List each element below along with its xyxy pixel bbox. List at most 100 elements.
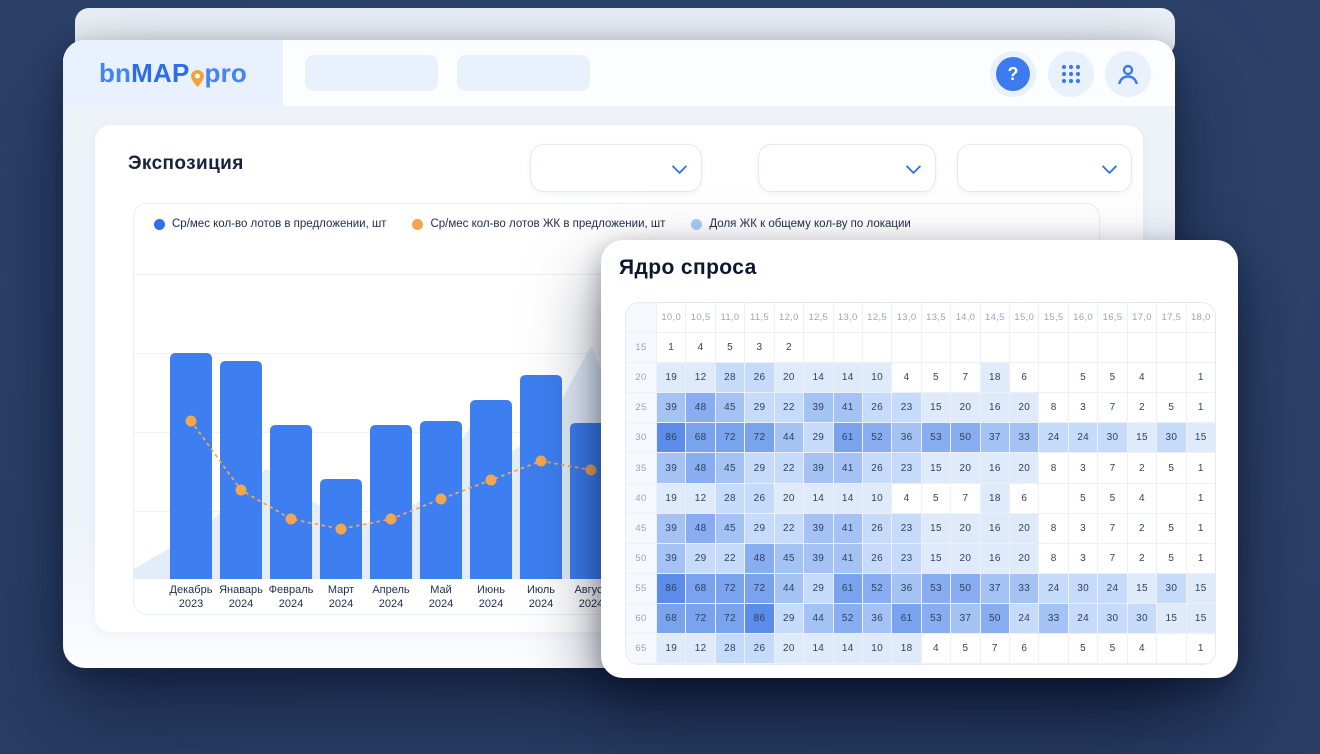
heatmap-cell[interactable]: 1	[1187, 484, 1215, 513]
heatmap-cell[interactable]: 29	[745, 453, 773, 482]
heatmap-cell[interactable]: 37	[981, 423, 1009, 452]
heatmap-cell[interactable]: 22	[775, 453, 803, 482]
heatmap-cell[interactable]: 5	[922, 484, 950, 513]
heatmap-cell[interactable]: 18	[981, 484, 1009, 513]
heatmap-cell[interactable]: 22	[775, 393, 803, 422]
heatmap-cell[interactable]: 18	[892, 634, 920, 663]
heatmap-cell[interactable]: 39	[657, 453, 685, 482]
heatmap-cell[interactable]: 39	[804, 544, 832, 573]
heatmap-cell[interactable]: 5	[716, 333, 744, 362]
heatmap-cell[interactable]: 16	[981, 514, 1009, 543]
heatmap-cell[interactable]: 23	[892, 453, 920, 482]
bnmap-logo[interactable]: bnMAPpro	[99, 58, 247, 89]
heatmap-cell[interactable]: 29	[745, 514, 773, 543]
heatmap-cell[interactable]: 44	[804, 604, 832, 633]
heatmap-cell[interactable]: 26	[863, 514, 891, 543]
heatmap-cell[interactable]: 5	[1069, 484, 1097, 513]
heatmap-cell[interactable]: 4	[1128, 363, 1156, 392]
dot-6[interactable]	[486, 475, 497, 486]
heatmap-cell[interactable]: 36	[892, 574, 920, 603]
heatmap-cell[interactable]: 39	[657, 544, 685, 573]
heatmap-cell[interactable]: 39	[804, 514, 832, 543]
heatmap-cell[interactable]: 39	[804, 453, 832, 482]
heatmap-cell[interactable]: 15	[922, 453, 950, 482]
heatmap-cell[interactable]: 1	[1187, 393, 1215, 422]
heatmap-cell[interactable]	[981, 333, 1009, 362]
heatmap-cell[interactable]: 4	[686, 333, 714, 362]
heatmap-cell[interactable]: 48	[686, 393, 714, 422]
heatmap-cell[interactable]: 14	[834, 484, 862, 513]
heatmap-cell[interactable]: 29	[745, 393, 773, 422]
heatmap-cell[interactable]: 24	[1069, 423, 1097, 452]
heatmap-cell[interactable]: 20	[775, 484, 803, 513]
heatmap-cell[interactable]: 3	[1069, 453, 1097, 482]
heatmap-cell[interactable]	[1098, 333, 1126, 362]
heatmap-cell[interactable]: 45	[775, 544, 803, 573]
heatmap-cell[interactable]: 29	[804, 574, 832, 603]
heatmap-cell[interactable]: 15	[922, 544, 950, 573]
heatmap-cell[interactable]: 15	[922, 514, 950, 543]
heatmap-cell[interactable]: 2	[1128, 393, 1156, 422]
dot-0[interactable]	[186, 416, 197, 427]
heatmap-cell[interactable]: 18	[981, 363, 1009, 392]
heatmap-cell[interactable]: 20	[951, 544, 979, 573]
bar-6[interactable]	[470, 400, 512, 579]
heatmap-cell[interactable]: 5	[1157, 453, 1185, 482]
heatmap-cell[interactable]: 24	[1039, 574, 1067, 603]
heatmap-cell[interactable]: 14	[804, 484, 832, 513]
heatmap-cell[interactable]: 28	[716, 363, 744, 392]
heatmap-cell[interactable]: 61	[834, 574, 862, 603]
heatmap-cell[interactable]: 28	[716, 634, 744, 663]
heatmap-cell[interactable]: 19	[657, 484, 685, 513]
heatmap-cell[interactable]: 7	[1098, 514, 1126, 543]
dot-4[interactable]	[386, 514, 397, 525]
heatmap-cell[interactable]: 7	[1098, 453, 1126, 482]
heatmap-cell[interactable]: 36	[892, 423, 920, 452]
heatmap-cell[interactable]: 5	[951, 634, 979, 663]
heatmap-cell[interactable]: 61	[834, 423, 862, 452]
heatmap-cell[interactable]: 68	[686, 423, 714, 452]
heatmap-cell[interactable]: 29	[804, 423, 832, 452]
heatmap-cell[interactable]: 72	[745, 423, 773, 452]
heatmap-cell[interactable]: 26	[745, 363, 773, 392]
heatmap-cell[interactable]: 30	[1157, 574, 1185, 603]
heatmap-cell[interactable]: 44	[775, 423, 803, 452]
heatmap-cell[interactable]: 1	[1187, 453, 1215, 482]
heatmap-cell[interactable]: 16	[981, 544, 1009, 573]
apps-grid-button[interactable]	[1048, 51, 1094, 97]
heatmap-cell[interactable]: 6	[1010, 484, 1038, 513]
heatmap-cell[interactable]: 86	[745, 604, 773, 633]
heatmap-cell[interactable]: 30	[1069, 574, 1097, 603]
heatmap-cell[interactable]: 15	[1187, 574, 1215, 603]
heatmap-cell[interactable]: 1	[1187, 544, 1215, 573]
heatmap-cell[interactable]: 2	[1128, 453, 1156, 482]
heatmap-cell[interactable]	[1039, 634, 1067, 663]
heatmap-cell[interactable]	[1157, 333, 1185, 362]
heatmap-cell[interactable]: 10	[863, 634, 891, 663]
heatmap-cell[interactable]: 52	[863, 574, 891, 603]
heatmap-cell[interactable]	[804, 333, 832, 362]
heatmap-cell[interactable]: 15	[1128, 574, 1156, 603]
dot-8[interactable]	[586, 465, 597, 476]
heatmap-cell[interactable]: 30	[1128, 604, 1156, 633]
heatmap-cell[interactable]: 2	[1128, 514, 1156, 543]
legend-item-1[interactable]: Ср/мес кол-во лотов ЖК в предложении, шт	[412, 218, 665, 230]
legend-item-2[interactable]: Доля ЖК к общему кол-ву по локации	[691, 218, 910, 230]
heatmap-cell[interactable]: 2	[775, 333, 803, 362]
heatmap-cell[interactable]: 30	[1098, 423, 1126, 452]
heatmap-cell[interactable]: 72	[716, 604, 744, 633]
heatmap-cell[interactable]: 24	[1098, 574, 1126, 603]
heatmap-cell[interactable]: 5	[1098, 363, 1126, 392]
heatmap-cell[interactable]: 41	[834, 393, 862, 422]
heatmap-cell[interactable]: 3	[1069, 514, 1097, 543]
heatmap-cell[interactable]: 20	[1010, 453, 1038, 482]
heatmap-cell[interactable]: 37	[981, 574, 1009, 603]
heatmap-cell[interactable]: 86	[657, 574, 685, 603]
heatmap-cell[interactable]: 15	[922, 393, 950, 422]
heatmap-cell[interactable]: 4	[1128, 634, 1156, 663]
heatmap-cell[interactable]: 61	[892, 604, 920, 633]
heatmap-cell[interactable]: 72	[745, 574, 773, 603]
heatmap-cell[interactable]: 30	[1098, 604, 1126, 633]
heatmap-cell[interactable]: 2	[1128, 544, 1156, 573]
heatmap-cell[interactable]: 28	[716, 484, 744, 513]
